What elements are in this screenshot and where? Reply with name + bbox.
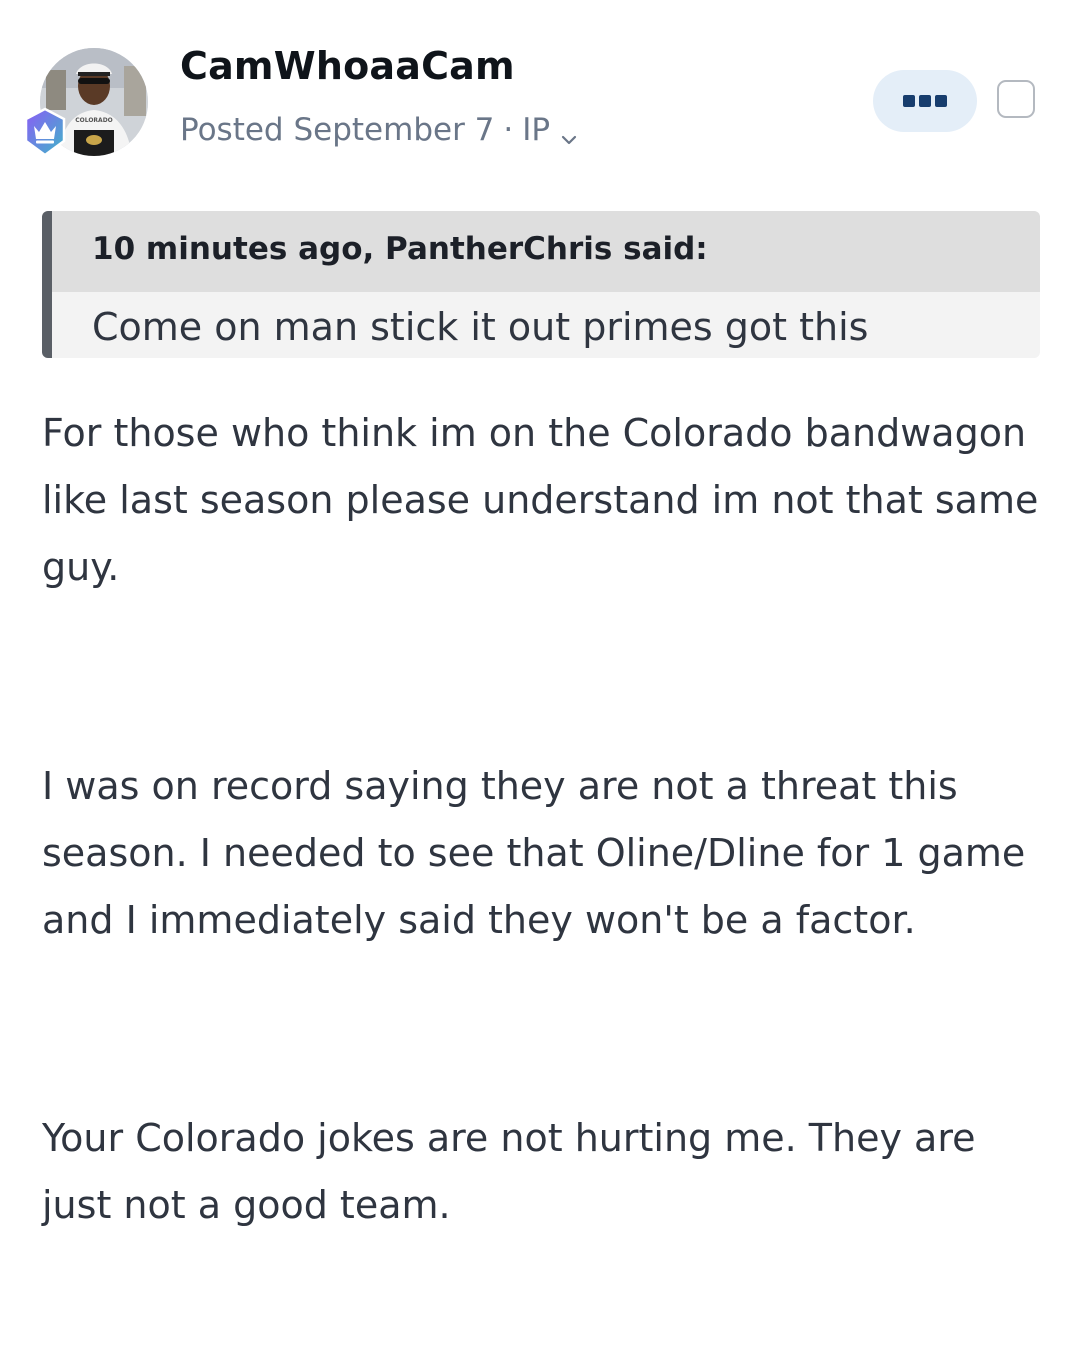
crown-rank-badge-icon (24, 107, 66, 157)
post-paragraph: For those who think im on the Colorado b… (42, 411, 1039, 589)
post-body: For those who think im on the Colorado b… (42, 400, 1042, 1239)
quote-text: Come on man stick it out primes got this (92, 305, 869, 349)
quote-citation-text: 10 minutes ago, PantherChris said: (92, 231, 708, 267)
quote-citation[interactable]: 10 minutes ago, PantherChris said: (52, 211, 1040, 292)
crown-rank-badge (20, 107, 70, 157)
chevron-down-icon[interactable] (560, 121, 578, 145)
post-header: COLORADO CamWhoaaCam Posted September 7 … (0, 0, 1080, 190)
quote-bar (42, 211, 52, 358)
post-date[interactable]: Posted September 7 (180, 112, 494, 148)
post-paragraph: Your Colorado jokes are not hurting me. … (42, 1116, 976, 1227)
post-meta: Posted September 7 · IP (180, 112, 578, 148)
meta-separator: · (503, 112, 514, 148)
post-paragraph: I was on record saying they are not a th… (42, 764, 1026, 942)
avatar-jersey-text: COLORADO (75, 117, 113, 124)
author-name[interactable]: CamWhoaaCam (180, 44, 515, 88)
select-post-checkbox[interactable] (997, 80, 1035, 118)
quote-block: 10 minutes ago, PantherChris said: Come … (42, 211, 1040, 358)
ip-label[interactable]: IP (522, 112, 550, 148)
more-options-button[interactable] (873, 70, 977, 132)
more-options-icon (903, 95, 947, 107)
